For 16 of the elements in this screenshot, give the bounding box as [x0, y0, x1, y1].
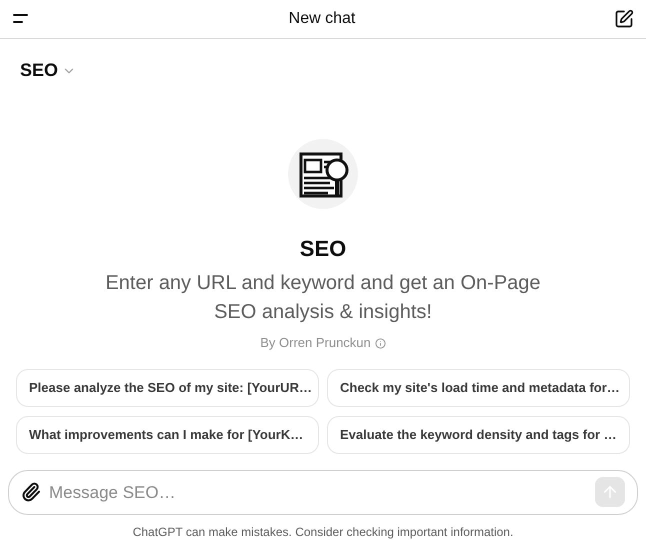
menu-icon[interactable]: [12, 13, 30, 26]
disclaimer-text: ChatGPT can make mistakes. Consider checking important information.: [132, 524, 514, 541]
attach-icon[interactable]: [21, 482, 41, 502]
author-text: By Orren Prunckun: [260, 334, 371, 352]
info-icon[interactable]: [374, 338, 386, 349]
gpt-name: SEO: [300, 235, 346, 264]
suggestion-button[interactable]: Please analyze the SEO of my site: [YourUR…: [16, 368, 319, 407]
model-selector[interactable]: SEO: [20, 57, 76, 84]
message-input[interactable]: Message SEO…: [49, 480, 587, 506]
gpt-description: Enter any URL and keyword and get an On-Page SEO analysis & insights!: [104, 271, 542, 326]
suggestion-button[interactable]: Evaluate the keyword density and tags for …: [327, 416, 630, 454]
suggestion-button[interactable]: What improvements can I make for [YourK…: [16, 416, 319, 454]
suggestion-button[interactable]: Check my site's load time and metadata for…: [327, 368, 630, 407]
message-composer[interactable]: Message SEO…: [8, 470, 638, 515]
new-chat-icon[interactable]: [614, 9, 634, 30]
chat-title: New chat: [288, 9, 356, 30]
